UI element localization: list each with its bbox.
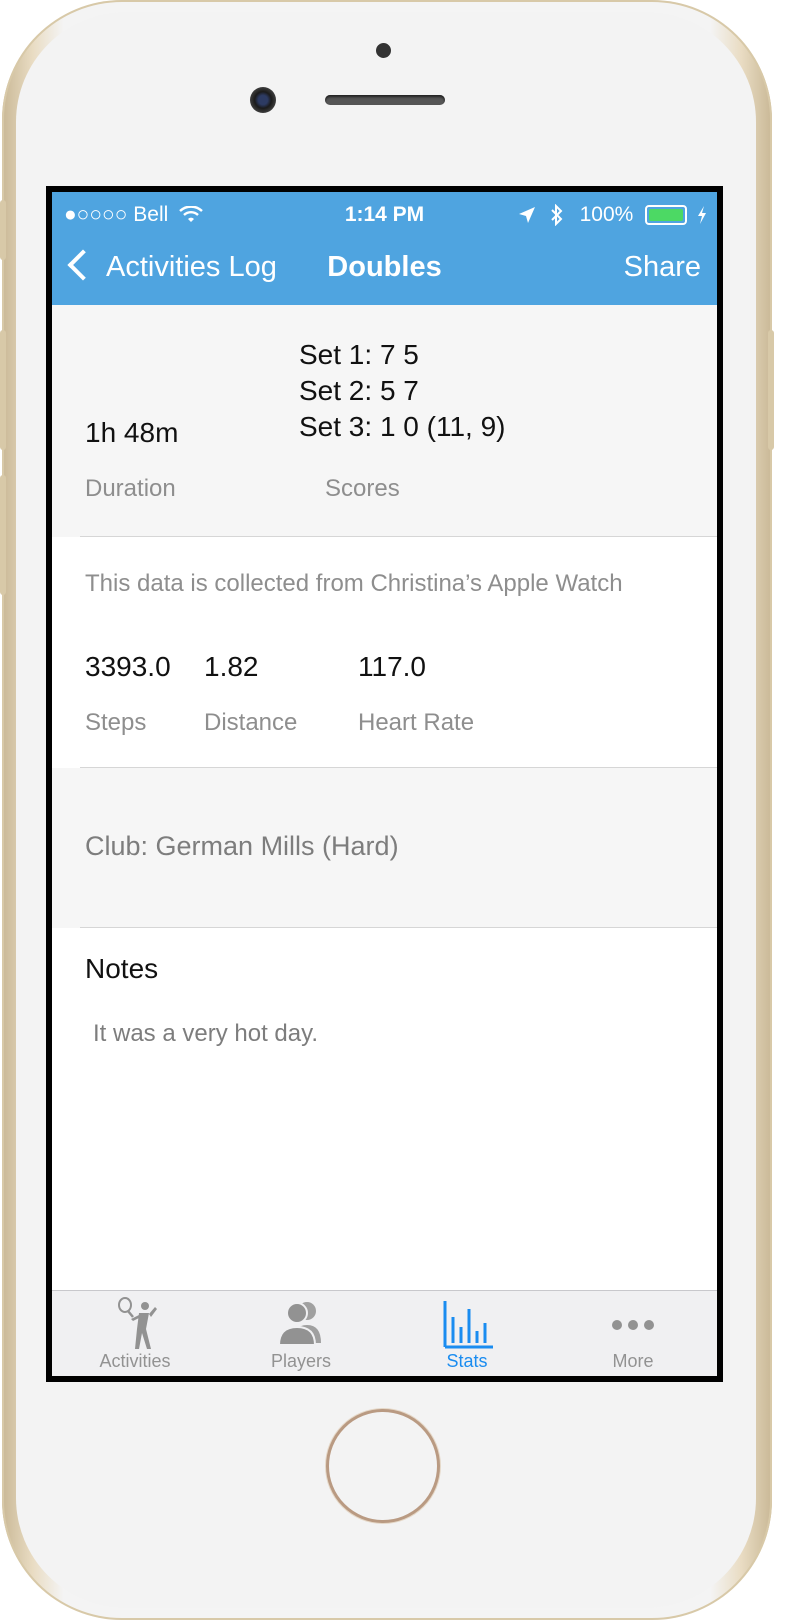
volume-up-button — [0, 330, 6, 450]
app-screen: ●○○○○ Bell 1:14 PM 100% Activities Log D… — [52, 192, 717, 1376]
power-button — [768, 330, 774, 450]
score-set-1: Set 1: 7 5 — [299, 339, 419, 370]
share-button[interactable]: Share — [624, 250, 701, 284]
tab-label: Stats — [446, 1351, 488, 1371]
club-text: Club: German Mills (Hard) — [85, 831, 399, 861]
watch-data-section: This data is collected from Christina’s … — [52, 537, 717, 768]
location-arrow-icon — [518, 207, 535, 224]
tab-players[interactable]: Players — [218, 1291, 384, 1376]
notes-title: Notes — [85, 953, 159, 984]
score-set-3: Set 3: 1 0 (11, 9) — [299, 411, 506, 442]
bluetooth-icon — [551, 204, 563, 227]
tab-label: More — [612, 1351, 654, 1371]
tab-label: Players — [270, 1351, 332, 1371]
score-set-2: Set 2: 5 7 — [299, 375, 419, 406]
screen-bezel: ●○○○○ Bell 1:14 PM 100% Activities Log D… — [46, 186, 723, 1382]
steps-value: 3393.0 — [85, 651, 171, 682]
more-dots-icon — [612, 1320, 654, 1330]
volume-down-button — [0, 475, 6, 595]
front-camera — [250, 87, 276, 113]
duration-label: Duration — [85, 475, 176, 502]
proximity-sensor — [376, 43, 391, 58]
earpiece-speaker — [325, 95, 445, 105]
heart-rate-label: Heart Rate — [358, 709, 475, 736]
club-section: Club: German Mills (Hard) — [52, 768, 717, 928]
tab-activities[interactable]: Activities — [52, 1291, 218, 1376]
battery-icon — [645, 205, 688, 226]
battery-percent: 100% — [579, 203, 634, 226]
tab-more[interactable]: More — [550, 1291, 716, 1376]
home-button[interactable] — [326, 1409, 440, 1523]
steps-label: Steps — [85, 709, 147, 736]
distance-value: 1.82 — [204, 651, 259, 682]
distance-label: Distance — [204, 709, 298, 736]
heart-rate-value: 117.0 — [358, 651, 426, 682]
tab-bar: Activities Players Stats More — [52, 1290, 717, 1376]
tab-stats[interactable]: Stats — [384, 1291, 550, 1376]
navigation-bar: ●○○○○ Bell 1:14 PM 100% Activities Log D… — [52, 192, 717, 305]
page-title: Doubles — [327, 251, 442, 283]
charging-bolt-icon — [698, 206, 706, 225]
mute-switch — [0, 200, 6, 260]
notes-text[interactable]: It was a very hot day. — [93, 1020, 318, 1048]
people-icon — [277, 1302, 321, 1346]
scores-label: Scores — [325, 475, 400, 502]
status-right: 100% — [518, 200, 707, 230]
bar-chart-icon — [443, 1301, 493, 1349]
notes-section: Notes It was a very hot day. — [52, 928, 717, 1290]
scores-list: Set 1: 7 5 Set 2: 5 7 Set 3: 1 0 (11, 9) — [299, 337, 506, 445]
duration-value: 1h 48m — [85, 417, 179, 448]
summary-section: 1h 48m Duration Set 1: 7 5 Set 2: 5 7 Se… — [52, 305, 717, 537]
tab-label: Activities — [99, 1351, 171, 1371]
tennis-player-icon — [118, 1297, 157, 1349]
watch-source-text: This data is collected from Christina’s … — [85, 570, 623, 597]
